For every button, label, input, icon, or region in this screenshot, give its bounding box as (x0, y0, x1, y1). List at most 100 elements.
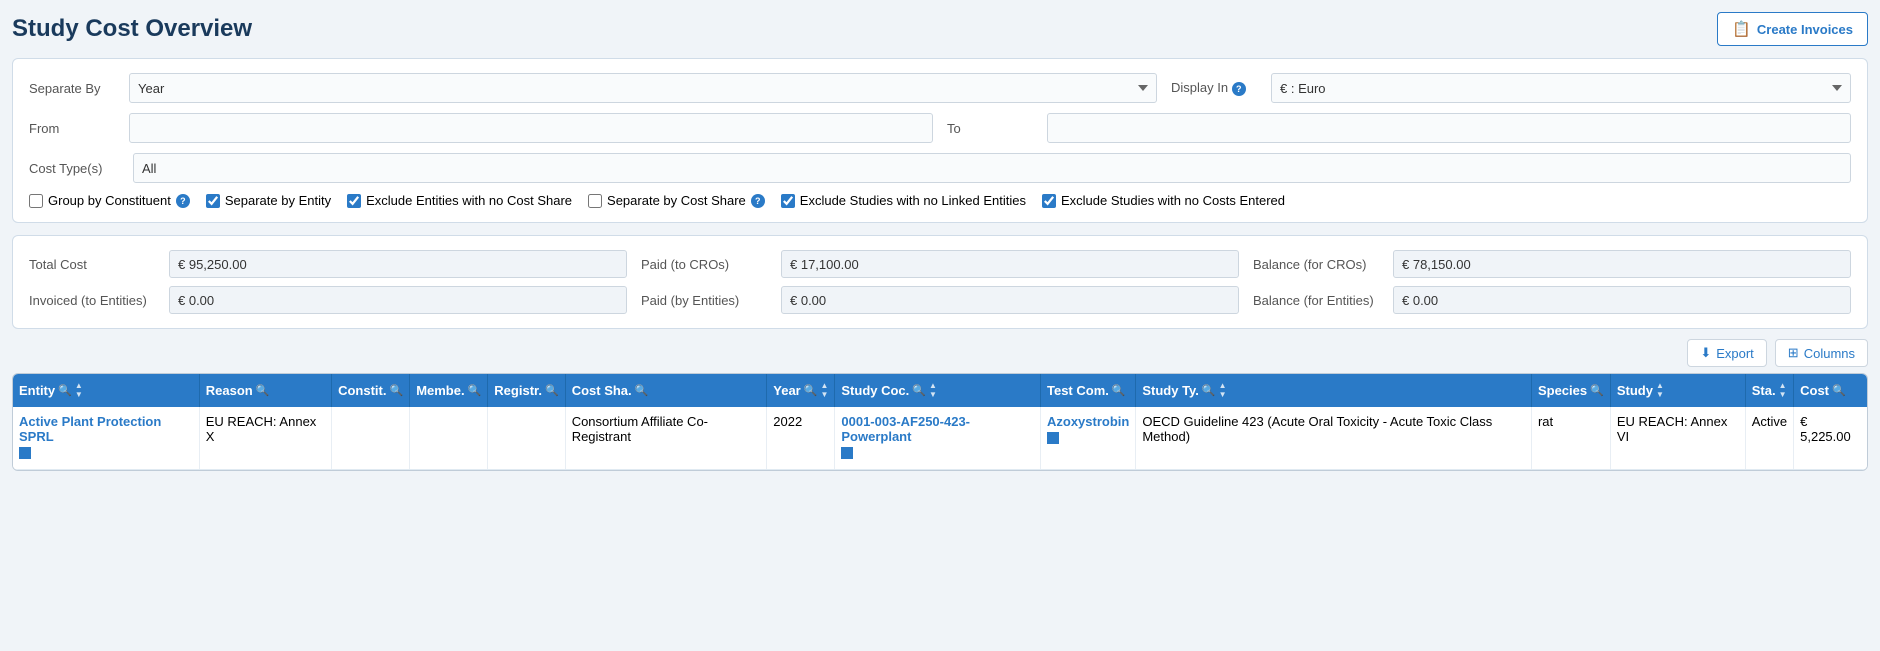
col-year: Year 🔍 ▲▼ (767, 374, 835, 407)
cell-cost-share: Consortium Affiliate Co-Registrant (565, 407, 767, 470)
col-registrant: Registr. 🔍 (488, 374, 565, 407)
cell-study-code: 0001-003-AF250-423-Powerplant (835, 407, 1041, 470)
cost-types-input[interactable] (133, 153, 1851, 183)
year-sort[interactable]: ▲▼ (820, 382, 828, 399)
col-study-code: Study Coc. 🔍 ▲▼ (835, 374, 1041, 407)
cell-test-compound: Azoxystrobin (1041, 407, 1136, 470)
paid-cros-value (781, 250, 1239, 278)
group-constituent-checkbox[interactable] (29, 194, 43, 208)
separate-cost-share-help-icon[interactable]: ? (751, 194, 765, 208)
test-compound-link[interactable]: Azoxystrobin (1047, 414, 1129, 429)
summary-card: Total Cost Paid (to CROs) Balance (for C… (12, 235, 1868, 329)
checkbox-separate-entity: Separate by Entity (206, 193, 331, 208)
status-sort[interactable]: ▲▼ (1779, 382, 1787, 399)
page-header: Study Cost Overview 📋 Create Invoices (12, 12, 1868, 46)
from-group: From (29, 113, 933, 143)
exclude-no-costs-label: Exclude Studies with no Costs Entered (1061, 193, 1285, 208)
total-cost-label: Total Cost (29, 257, 159, 272)
paid-entities-value (781, 286, 1239, 314)
cost-share-search-icon[interactable]: 🔍 (635, 384, 649, 397)
to-input[interactable] (1047, 113, 1851, 143)
page-title: Study Cost Overview (12, 15, 252, 43)
total-cost-group: Total Cost (29, 250, 627, 278)
cell-reason: EU REACH: Annex X (199, 407, 331, 470)
study-code-color-swatch (841, 447, 853, 459)
registrant-search-icon[interactable]: 🔍 (545, 384, 559, 397)
export-button[interactable]: ⬇ Export (1687, 339, 1766, 367)
year-search-icon[interactable]: 🔍 (804, 384, 818, 397)
checkbox-separate-cost-share: Separate by Cost Share ? (588, 193, 765, 208)
exclude-no-cost-share-label: Exclude Entities with no Cost Share (366, 193, 572, 208)
member-search-icon[interactable]: 🔍 (468, 384, 482, 397)
balance-entities-value (1393, 286, 1851, 314)
balance-cros-group: Balance (for CROs) (1253, 250, 1851, 278)
cell-study-type: OECD Guideline 423 (Acute Oral Toxicity … (1136, 407, 1532, 470)
cell-constituent (332, 407, 410, 470)
from-input[interactable] (129, 113, 933, 143)
entity-color-swatch (19, 447, 31, 459)
separate-by-label: Separate By (29, 81, 119, 96)
paid-entities-label: Paid (by Entities) (641, 293, 771, 308)
cost-search-icon[interactable]: 🔍 (1832, 384, 1846, 397)
filter-row-2: From To (29, 113, 1851, 143)
display-in-group: Display In ? € : Euro (1171, 73, 1851, 103)
group-constituent-label: Group by Constituent (48, 193, 171, 208)
checkbox-exclude-no-linked: Exclude Studies with no Linked Entities (781, 193, 1026, 208)
summary-row-1: Total Cost Paid (to CROs) Balance (for C… (29, 250, 1851, 278)
checkbox-exclude-no-cost-share: Exclude Entities with no Cost Share (347, 193, 572, 208)
exclude-no-cost-share-checkbox[interactable] (347, 194, 361, 208)
summary-row-2: Invoiced (to Entities) Paid (by Entities… (29, 286, 1851, 314)
col-status: Sta. ▲▼ (1745, 374, 1793, 407)
study-code-sort[interactable]: ▲▼ (929, 382, 937, 399)
separate-by-select[interactable]: Year (129, 73, 1157, 103)
study-code-search-icon[interactable]: 🔍 (912, 384, 926, 397)
species-search-icon[interactable]: 🔍 (1590, 384, 1604, 397)
display-in-select[interactable]: € : Euro (1271, 73, 1851, 103)
study-sort[interactable]: ▲▼ (1656, 382, 1664, 399)
export-icon: ⬇ (1700, 345, 1711, 361)
col-study: Study ▲▼ (1610, 374, 1745, 407)
columns-icon: ⊞ (1788, 345, 1799, 361)
separate-cost-share-checkbox[interactable] (588, 194, 602, 208)
from-label: From (29, 121, 119, 136)
test-compound-color-swatch (1047, 432, 1059, 444)
table-row: Active Plant Protection SPRL EU REACH: A… (13, 407, 1867, 470)
balance-cros-label: Balance (for CROs) (1253, 257, 1383, 272)
display-in-help-icon[interactable]: ? (1232, 82, 1246, 96)
group-constituent-help-icon[interactable]: ? (176, 194, 190, 208)
entity-search-icon[interactable]: 🔍 (58, 384, 72, 397)
filter-checkboxes-row: Group by Constituent ? Separate by Entit… (29, 193, 1851, 208)
balance-entities-group: Balance (for Entities) (1253, 286, 1851, 314)
col-member: Membe. 🔍 (410, 374, 488, 407)
paid-entities-group: Paid (by Entities) (641, 286, 1239, 314)
invoice-icon: 📋 (1732, 20, 1751, 38)
study-code-link[interactable]: 0001-003-AF250-423-Powerplant (841, 414, 970, 444)
reason-search-icon[interactable]: 🔍 (256, 384, 270, 397)
col-reason: Reason 🔍 (199, 374, 331, 407)
col-constituent: Constit. 🔍 (332, 374, 410, 407)
test-compound-search-icon[interactable]: 🔍 (1112, 384, 1126, 397)
filter-card: Separate By Year Display In ? € : Euro F… (12, 58, 1868, 223)
study-type-sort[interactable]: ▲▼ (1219, 382, 1227, 399)
cell-study: EU REACH: Annex VI (1610, 407, 1745, 470)
exclude-no-costs-checkbox[interactable] (1042, 194, 1056, 208)
cell-status: Active (1745, 407, 1793, 470)
entity-sort[interactable]: ▲▼ (75, 382, 83, 399)
separate-entity-checkbox[interactable] (206, 194, 220, 208)
col-test-compound: Test Com. 🔍 (1041, 374, 1136, 407)
checkbox-group-constituent: Group by Constituent ? (29, 193, 190, 208)
entity-link[interactable]: Active Plant Protection SPRL (19, 414, 161, 444)
paid-cros-group: Paid (to CROs) (641, 250, 1239, 278)
exclude-no-linked-checkbox[interactable] (781, 194, 795, 208)
paid-cros-label: Paid (to CROs) (641, 257, 771, 272)
create-invoices-button[interactable]: 📋 Create Invoices (1717, 12, 1868, 46)
display-in-label: Display In ? (1171, 80, 1261, 96)
study-type-search-icon[interactable]: 🔍 (1202, 384, 1216, 397)
exclude-no-linked-label: Exclude Studies with no Linked Entities (800, 193, 1026, 208)
columns-button[interactable]: ⊞ Columns (1775, 339, 1868, 367)
cell-species: rat (1531, 407, 1610, 470)
cell-member (410, 407, 488, 470)
toolbar-row: ⬇ Export ⊞ Columns (12, 339, 1868, 367)
constituent-search-icon[interactable]: 🔍 (389, 384, 403, 397)
cost-types-label: Cost Type(s) (29, 161, 119, 176)
